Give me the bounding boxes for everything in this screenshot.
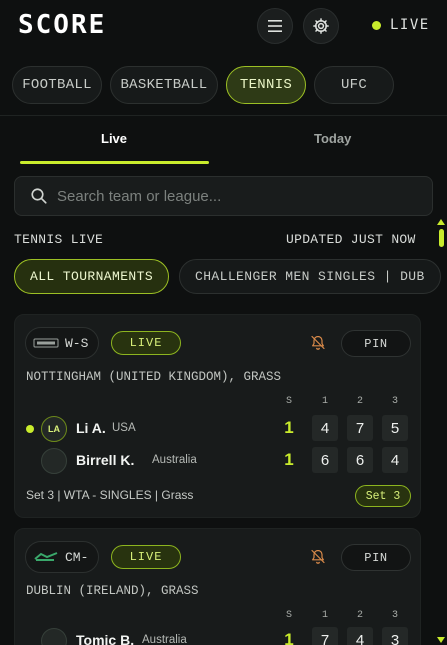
sets-won: 1 xyxy=(284,630,294,645)
game-score: 4 xyxy=(382,447,408,473)
tournament-logo-icon xyxy=(33,550,59,564)
menu-icon xyxy=(268,20,282,32)
player-country: USA xyxy=(112,422,136,434)
search-icon xyxy=(31,188,47,204)
tournament-code: CM- xyxy=(65,549,89,565)
current-set-badge: Set 3 xyxy=(355,485,411,507)
tournament-filters: ALL TOURNAMENTS CHALLENGER MEN SINGLES |… xyxy=(14,259,447,295)
search-input[interactable] xyxy=(57,187,397,205)
player-row: Birrell K. Australia 1 6 6 4 xyxy=(15,447,420,475)
live-indicator: LIVE xyxy=(372,17,430,33)
gear-icon xyxy=(313,18,329,34)
scrollbar-thumb[interactable] xyxy=(439,229,444,247)
sport-tab-ufc[interactable]: UFC xyxy=(314,66,394,104)
column-header-set-3: 3 xyxy=(391,610,398,621)
tab-today[interactable]: Today xyxy=(314,131,351,146)
column-header-set-2: 2 xyxy=(356,396,363,407)
search-bar xyxy=(14,176,433,216)
column-header-sets: S xyxy=(285,396,292,407)
section-title: TENNIS LIVE xyxy=(14,232,104,247)
status-badge: LIVE xyxy=(111,331,181,355)
game-score: 7 xyxy=(312,627,338,645)
sets-won: 1 xyxy=(284,418,294,437)
player-name: Birrell K. xyxy=(76,452,135,468)
bell-off-icon[interactable] xyxy=(310,334,326,351)
sets-won: 1 xyxy=(284,450,294,469)
live-indicator-label: LIVE xyxy=(390,17,430,33)
tournament-code: W-S xyxy=(65,335,89,351)
tournament-badge: CM- xyxy=(25,541,99,573)
sport-selector: FOOTBALL BASKETBALL TENNIS UFC xyxy=(12,66,394,104)
game-score: 7 xyxy=(347,415,373,441)
app-logo: SCORE xyxy=(18,10,107,40)
column-header-set-2: 2 xyxy=(356,610,363,621)
match-info: Set 3 | WTA - SINGLES | Grass xyxy=(26,488,194,502)
match-card[interactable]: W-S LIVE PIN NOTTINGHAM (UNITED KINGDOM)… xyxy=(14,314,421,518)
active-tab-indicator xyxy=(20,161,209,164)
game-score: 4 xyxy=(312,415,338,441)
status-badge: LIVE xyxy=(111,545,181,569)
updated-status: UPDATED JUST NOW xyxy=(286,232,416,247)
player-row: Tomic B. Australia 1 7 4 3 xyxy=(15,627,420,645)
view-tabs: Live Today xyxy=(0,116,447,166)
column-header-sets: S xyxy=(285,610,292,621)
player-row: LA Li A. USA 1 4 7 5 xyxy=(15,415,420,443)
serving-indicator-icon xyxy=(26,425,34,433)
game-score: 6 xyxy=(312,447,338,473)
scrollbar[interactable] xyxy=(437,219,445,645)
filter-all-tournaments[interactable]: ALL TOURNAMENTS xyxy=(14,259,170,294)
player-country: Australia xyxy=(152,454,197,466)
sport-tab-basketball[interactable]: BASKETBALL xyxy=(110,66,218,104)
player-name: Li A. xyxy=(76,420,106,436)
match-card[interactable]: CM- LIVE PIN DUBLIN (IRELAND), GRASS S 1… xyxy=(14,528,421,645)
player-avatar: LA xyxy=(41,416,67,442)
column-header-set-1: 1 xyxy=(321,610,328,621)
menu-button[interactable] xyxy=(257,8,293,44)
venue-label: NOTTINGHAM (UNITED KINGDOM), GRASS xyxy=(26,370,282,384)
pin-button[interactable]: PIN xyxy=(341,330,411,357)
player-avatar xyxy=(41,448,67,474)
game-score: 6 xyxy=(347,447,373,473)
bell-off-icon[interactable] xyxy=(310,548,326,565)
live-dot-icon xyxy=(372,20,381,30)
player-name: Tomic B. xyxy=(76,632,135,645)
tab-live[interactable]: Live xyxy=(101,131,127,146)
game-score: 5 xyxy=(382,415,408,441)
pin-button[interactable]: PIN xyxy=(341,544,411,571)
tournament-badge: W-S xyxy=(25,327,99,359)
top-bar: SCORE LIVE xyxy=(0,0,447,56)
player-country: Australia xyxy=(142,634,187,645)
settings-button[interactable] xyxy=(303,8,339,44)
column-header-set-1: 1 xyxy=(321,396,328,407)
scroll-down-arrow-icon[interactable] xyxy=(437,637,445,643)
player-avatar xyxy=(41,628,67,645)
game-score: 3 xyxy=(382,627,408,645)
filter-challenger-men[interactable]: CHALLENGER MEN SINGLES | DUB xyxy=(179,259,441,294)
sport-tab-tennis[interactable]: TENNIS xyxy=(226,66,306,104)
sport-tab-football[interactable]: FOOTBALL xyxy=(12,66,102,104)
scroll-up-arrow-icon[interactable] xyxy=(437,219,445,225)
game-score: 4 xyxy=(347,627,373,645)
tournament-logo-icon xyxy=(33,336,59,350)
column-header-set-3: 3 xyxy=(391,396,398,407)
venue-label: DUBLIN (IRELAND), GRASS xyxy=(26,584,199,598)
